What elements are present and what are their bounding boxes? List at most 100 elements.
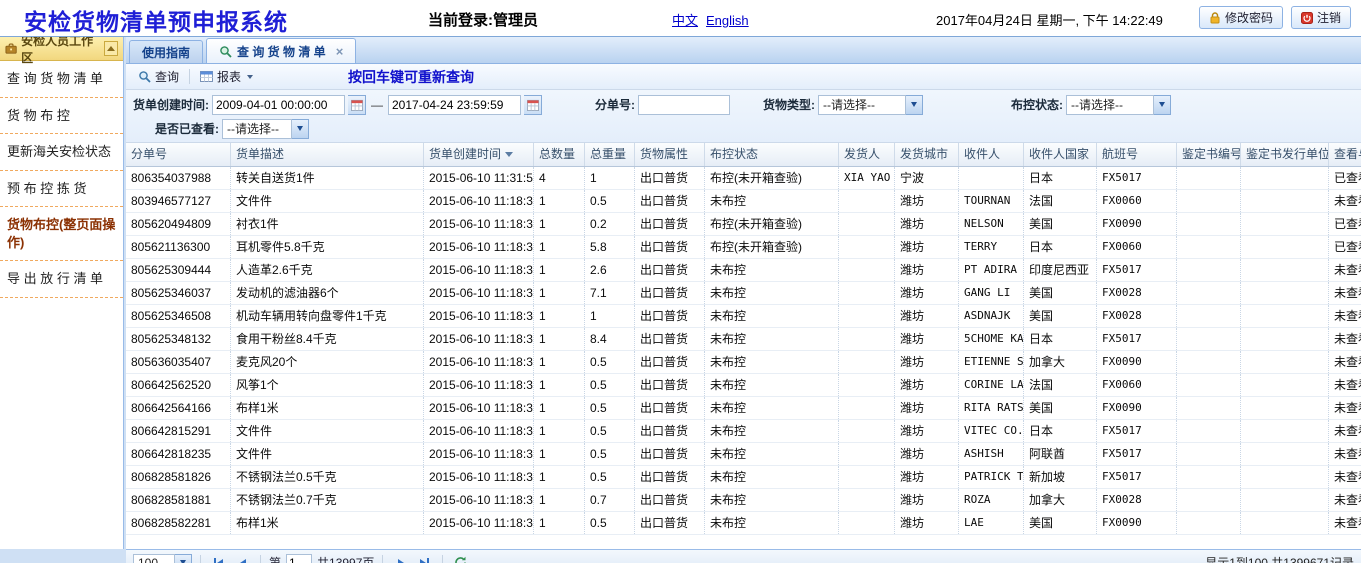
table-cell: 805625346508	[126, 305, 231, 327]
table-row[interactable]: 806642562520风筝1个2015-06-10 11:18:3610.5出…	[126, 374, 1361, 397]
first-page-button[interactable]	[209, 554, 228, 563]
table-cell	[1241, 282, 1329, 304]
column-header[interactable]: 鉴定书发行单位	[1241, 143, 1329, 166]
table-row[interactable]: 805636035407麦克风20个2015-06-10 11:18:3610.…	[126, 351, 1361, 374]
column-header[interactable]: 布控状态	[705, 143, 839, 166]
column-header[interactable]: 鉴定书编号	[1177, 143, 1241, 166]
table-row[interactable]: 805625346037发动机的滤油器6个2015-06-10 11:18:36…	[126, 282, 1361, 305]
logout-button[interactable]: 注销	[1291, 6, 1351, 29]
collapse-icon[interactable]	[104, 41, 118, 56]
table-cell: 未查看	[1329, 305, 1361, 327]
last-page-button[interactable]	[415, 554, 434, 563]
table-cell: FX5017	[1097, 466, 1177, 488]
column-header[interactable]: 总重量	[585, 143, 635, 166]
sidebar-item[interactable]: 导 出 放 行 清 单	[0, 261, 123, 298]
cargo-type-select[interactable]: --请选择--	[818, 95, 923, 115]
table-row[interactable]: 805621136300耳机零件5.8千克2015-06-10 11:18:36…	[126, 236, 1361, 259]
table-row[interactable]: 805625346508机动车辆用转向盘零件1千克2015-06-10 11:1…	[126, 305, 1361, 328]
cargo-type-value: --请选择--	[818, 95, 906, 115]
change-password-button[interactable]: 修改密码	[1199, 6, 1283, 29]
table-cell: FX0028	[1097, 282, 1177, 304]
prev-page-button[interactable]	[233, 554, 252, 563]
page-number-input[interactable]	[286, 554, 312, 563]
sidebar-item[interactable]: 预 布 控 拣 货	[0, 171, 123, 208]
pager-separator	[260, 555, 261, 563]
next-page-button[interactable]	[391, 554, 410, 563]
column-header[interactable]: 货单描述	[231, 143, 424, 166]
table-row[interactable]: 805620494809衬衣1件2015-06-10 11:18:3610.2出…	[126, 213, 1361, 236]
table-cell: 2015-06-10 11:18:36	[424, 213, 534, 235]
viewed-select[interactable]: --请选择--	[222, 119, 309, 139]
sidebar-header[interactable]: 安检人员工作区	[0, 37, 123, 61]
table-cell: FX5017	[1097, 259, 1177, 281]
query-button[interactable]: 查询	[131, 66, 186, 87]
table-cell: 出口普货	[635, 282, 705, 304]
table-cell	[1177, 328, 1241, 350]
table-cell: 已查看	[1329, 213, 1361, 235]
table-cell: 5CHOME KAI	[959, 328, 1024, 350]
table-cell: FX5017	[1097, 167, 1177, 189]
table-cell: 潍坊	[895, 328, 959, 350]
table-cell: FX0028	[1097, 489, 1177, 511]
close-icon[interactable]: ×	[336, 45, 344, 58]
column-header[interactable]: 总数量	[534, 143, 585, 166]
sidebar-item[interactable]: 货 物 布 控	[0, 98, 123, 135]
table-cell: 加拿大	[1024, 489, 1097, 511]
table-row[interactable]: 805625309444人造革2.6千克2015-06-10 11:18:361…	[126, 259, 1361, 282]
tab-query-cargo-list[interactable]: 查 询 货 物 清 单 ×	[206, 38, 356, 63]
column-header[interactable]: 分单号	[126, 143, 231, 166]
column-header[interactable]: 发货人	[839, 143, 895, 166]
table-row[interactable]: 803946577127文件件2015-06-10 11:18:3610.5出口…	[126, 190, 1361, 213]
column-header[interactable]: 航班号	[1097, 143, 1177, 166]
column-header[interactable]: 发货城市	[895, 143, 959, 166]
table-cell: 1	[534, 443, 585, 465]
table-row[interactable]: 806828581826不锈钢法兰0.5千克2015-06-10 11:18:3…	[126, 466, 1361, 489]
table-cell: 文件件	[231, 420, 424, 442]
lang-zh-link[interactable]: 中文	[672, 13, 698, 28]
table-cell: 转关自送货1件	[231, 167, 424, 189]
sidebar-item[interactable]: 货物布控(整页面操作)	[0, 207, 123, 261]
refresh-icon[interactable]	[451, 554, 470, 563]
column-header[interactable]: 货物属性	[635, 143, 705, 166]
waybill-input[interactable]	[638, 95, 730, 115]
report-menu-button[interactable]: 报表	[193, 66, 260, 87]
table-cell: 1	[534, 259, 585, 281]
table-cell: 1	[534, 489, 585, 511]
table-cell: 未布控	[705, 374, 839, 396]
table-cell: 806828582281	[126, 512, 231, 534]
column-header[interactable]: 收件人	[959, 143, 1024, 166]
table-cell	[1241, 420, 1329, 442]
column-header[interactable]: 收件人国家	[1024, 143, 1097, 166]
table-cell: 未查看	[1329, 328, 1361, 350]
table-cell: FX0090	[1097, 213, 1177, 235]
table-row[interactable]: 806642564166布样1米2015-06-10 11:18:3610.5出…	[126, 397, 1361, 420]
main-content: 使用指南 查 询 货 物 清 单 × 查询 报表 按回车键可重新查询 货单创建时…	[126, 37, 1361, 563]
created-from-input[interactable]	[212, 95, 345, 115]
table-row[interactable]: 806642815291文件件2015-06-10 11:18:3610.5出口…	[126, 420, 1361, 443]
table-row[interactable]: 806354037988转关自送货1件2015-06-10 11:31:5541…	[126, 167, 1361, 190]
control-status-select[interactable]: --请选择--	[1066, 95, 1171, 115]
table-cell: 已查看	[1329, 236, 1361, 258]
page-size-select[interactable]: 100	[133, 553, 192, 563]
tab-user-guide[interactable]: 使用指南	[129, 40, 203, 63]
data-grid: 分单号货单描述货单创建时间总数量总重量货物属性布控状态发货人发货城市收件人收件人…	[126, 143, 1361, 550]
tab-label: 查 询 货 物 清 单	[237, 43, 326, 60]
table-row[interactable]: 805625348132食用干粉丝8.4千克2015-06-10 11:18:3…	[126, 328, 1361, 351]
chevron-down-icon	[292, 119, 309, 139]
column-header[interactable]: 查看与否	[1329, 143, 1361, 166]
table-row[interactable]: 806828582281布样1米2015-06-10 11:18:3610.5出…	[126, 512, 1361, 535]
sidebar-item[interactable]: 查 询 货 物 清 单	[0, 61, 123, 98]
table-cell: 印度尼西亚	[1024, 259, 1097, 281]
column-header[interactable]: 货单创建时间	[424, 143, 534, 166]
calendar-icon[interactable]	[524, 95, 542, 115]
table-row[interactable]: 806828581881不锈钢法兰0.7千克2015-06-10 11:18:3…	[126, 489, 1361, 512]
created-to-input[interactable]	[388, 95, 521, 115]
table-cell	[839, 397, 895, 419]
sidebar-item[interactable]: 更新海关安检状态	[0, 134, 123, 171]
table-row[interactable]: 806642818235文件件2015-06-10 11:18:3610.5出口…	[126, 443, 1361, 466]
lang-en-link[interactable]: English	[706, 13, 749, 28]
table-cell	[1177, 374, 1241, 396]
table-cell: FX0090	[1097, 512, 1177, 534]
calendar-icon[interactable]	[348, 95, 366, 115]
table-cell: 0.7	[585, 489, 635, 511]
